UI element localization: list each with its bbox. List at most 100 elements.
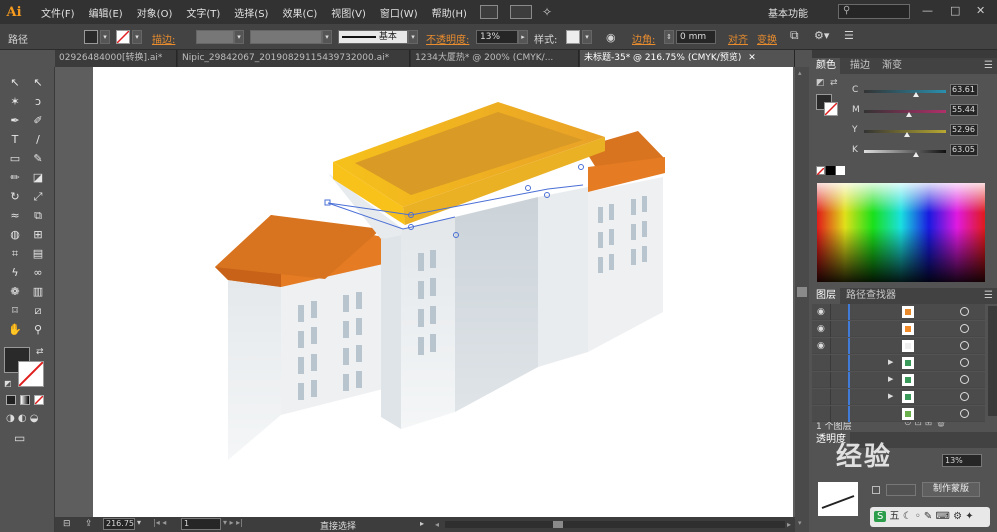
transform-link[interactable]: 变换 [757, 31, 777, 46]
tab-document-2[interactable]: Nipic_29842067_20190829115439732000.ai* [178, 50, 410, 67]
direct-selection-tool[interactable]: ↖ [29, 75, 47, 91]
graphic-style-dropdown[interactable]: ▾ [582, 30, 592, 44]
lock-column[interactable] [830, 304, 847, 320]
stroke-weight-field[interactable] [196, 30, 234, 44]
target-circle-icon[interactable] [960, 392, 969, 401]
rectangle-tool[interactable]: ▭ [6, 151, 24, 167]
magic-wand-tool[interactable]: ✶ [6, 94, 24, 110]
fill-swatch[interactable] [84, 30, 98, 44]
symbol-sprayer-tool[interactable]: ❁ [6, 284, 24, 300]
isolate-icon[interactable]: ⧉ [790, 28, 799, 43]
tab-stroke[interactable]: 描边 [846, 58, 874, 74]
tab-pathfinder[interactable]: 路径查找器 [842, 288, 900, 304]
scroll-right-icon[interactable]: ▸ [787, 520, 791, 529]
lock-column[interactable] [830, 406, 847, 422]
layer-row[interactable]: ◉ [812, 321, 985, 337]
opacity-dropdown[interactable]: ▸ [518, 30, 528, 44]
stroke-weight-dropdown[interactable]: ▾ [234, 30, 244, 44]
none-mode-icon[interactable] [34, 395, 44, 405]
expand-arrow-icon[interactable]: ▶ [888, 375, 893, 383]
minimize-button[interactable]: — [922, 4, 933, 17]
artboard-number-field[interactable]: 1 [181, 518, 221, 530]
none-color-chip[interactable] [816, 166, 825, 176]
layer-row[interactable]: ▶ [812, 355, 985, 371]
vertical-scroll-thumb[interactable] [797, 287, 807, 297]
channel-thumb[interactable] [912, 152, 919, 157]
fill-dropdown[interactable]: ▾ [100, 30, 110, 44]
channel-thumb[interactable] [904, 132, 911, 137]
type-tool[interactable]: T [6, 132, 24, 148]
tab-document-3[interactable]: 1234大厦热* @ 200% (CMYK/... [411, 50, 579, 67]
stroke-dropdown[interactable]: ▾ [132, 30, 142, 44]
lock-column[interactable] [830, 321, 847, 337]
corner-label[interactable]: 边角: [632, 31, 655, 46]
zoom-dropdown[interactable]: ▾ [137, 518, 141, 527]
stroke-swatch[interactable] [116, 30, 130, 44]
panel-menu-icon[interactable]: ☰ [844, 29, 854, 42]
channel-value-field[interactable]: 63.61 [950, 84, 978, 96]
scroll-down-icon[interactable]: ▾ [798, 519, 802, 527]
maximize-button[interactable]: □ [950, 4, 960, 17]
layer-row[interactable]: ◉ [812, 304, 985, 320]
channel-value-field[interactable]: 52.96 [950, 124, 978, 136]
lock-column[interactable] [830, 389, 847, 405]
bridge-icon[interactable] [479, 5, 498, 19]
layer-row[interactable] [812, 406, 985, 422]
channel-value-field[interactable]: 63.05 [950, 144, 978, 156]
gradient-tool[interactable]: ▤ [29, 246, 47, 262]
stroke-color-box[interactable] [18, 361, 44, 387]
lock-column[interactable] [830, 355, 847, 371]
corner-radius-field[interactable]: 0 mm [676, 30, 716, 44]
horizontal-scrollbar[interactable] [445, 521, 785, 528]
tab-color[interactable]: 颜色 [812, 58, 840, 74]
eyedropper-tool[interactable]: ϟ [6, 265, 24, 281]
panel-menu-icon[interactable]: ☰ [980, 58, 997, 74]
swap-colors-icon[interactable]: ⇄ [36, 347, 44, 357]
scale-tool[interactable]: ⤢ [29, 189, 47, 205]
hand-tool[interactable]: ✋ [6, 322, 24, 338]
mask-thumbnail[interactable] [886, 484, 916, 496]
panel-menu-icon[interactable]: ☰ [980, 288, 997, 304]
recolor-icon[interactable]: ◉ [606, 31, 616, 44]
channel-thumb[interactable] [912, 92, 919, 97]
column-graph-tool[interactable]: ▥ [29, 284, 47, 300]
expand-arrow-icon[interactable]: ▶ [888, 358, 893, 366]
menu-object[interactable]: 对象(O) [130, 5, 180, 20]
menu-window[interactable]: 窗口(W) [373, 5, 425, 20]
selection-tool[interactable]: ↖ [6, 75, 24, 91]
first-artboard-icon[interactable]: |◂ ◂ [153, 518, 166, 527]
artboard[interactable] [93, 67, 793, 517]
share-icon[interactable]: ⇪ [85, 519, 93, 529]
next-artboard-icon[interactable]: ▾ ▸ ▸| [223, 518, 243, 527]
channel-slider-c[interactable]: C 63.61 [812, 84, 997, 98]
color-mode-icon[interactable] [6, 395, 16, 405]
channel-slider-m[interactable]: M 55.44 [812, 104, 997, 118]
channel-track[interactable] [864, 150, 946, 153]
screen-mode-icon[interactable]: ▭ [14, 431, 25, 445]
menu-type[interactable]: 文字(T) [179, 5, 227, 20]
make-mask-button[interactable]: 制作蒙版 [922, 482, 980, 497]
slice-tool[interactable]: ⧄ [29, 303, 47, 319]
artboard-tool[interactable]: ⌑ [6, 303, 24, 319]
layer-row[interactable]: ◉ [812, 338, 985, 354]
lock-column[interactable] [830, 372, 847, 388]
paintbrush-tool[interactable]: ✎ [29, 151, 47, 167]
brush-dropdown[interactable]: ▾ [408, 30, 418, 44]
menu-select[interactable]: 选择(S) [227, 5, 275, 20]
visibility-eye-icon[interactable]: ◉ [817, 324, 825, 334]
expand-arrow-icon[interactable]: ▶ [888, 392, 893, 400]
more-options-icon[interactable]: ⚙▾ [814, 29, 829, 42]
color-spectrum[interactable] [817, 183, 985, 282]
stroke-label[interactable]: 描边: [152, 31, 175, 46]
lasso-tool[interactable]: ↄ [29, 94, 47, 110]
corner-stepper[interactable]: ⇕ [664, 30, 674, 44]
layers-scrollbar[interactable] [988, 306, 997, 416]
align-link[interactable]: 对齐 [728, 31, 748, 46]
default-colors-icon[interactable]: ◩ [4, 379, 12, 388]
tab-document-active[interactable]: 未标题-35* @ 216.75% (CMYK/预览) ✕ [580, 50, 795, 67]
workspace-switcher[interactable]: 基本功能 [768, 5, 808, 20]
channel-track[interactable] [864, 90, 946, 93]
menu-edit[interactable]: 编辑(E) [82, 5, 130, 20]
tab-layers[interactable]: 图层 [812, 288, 840, 304]
perspective-grid-tool[interactable]: ⊞ [29, 227, 47, 243]
